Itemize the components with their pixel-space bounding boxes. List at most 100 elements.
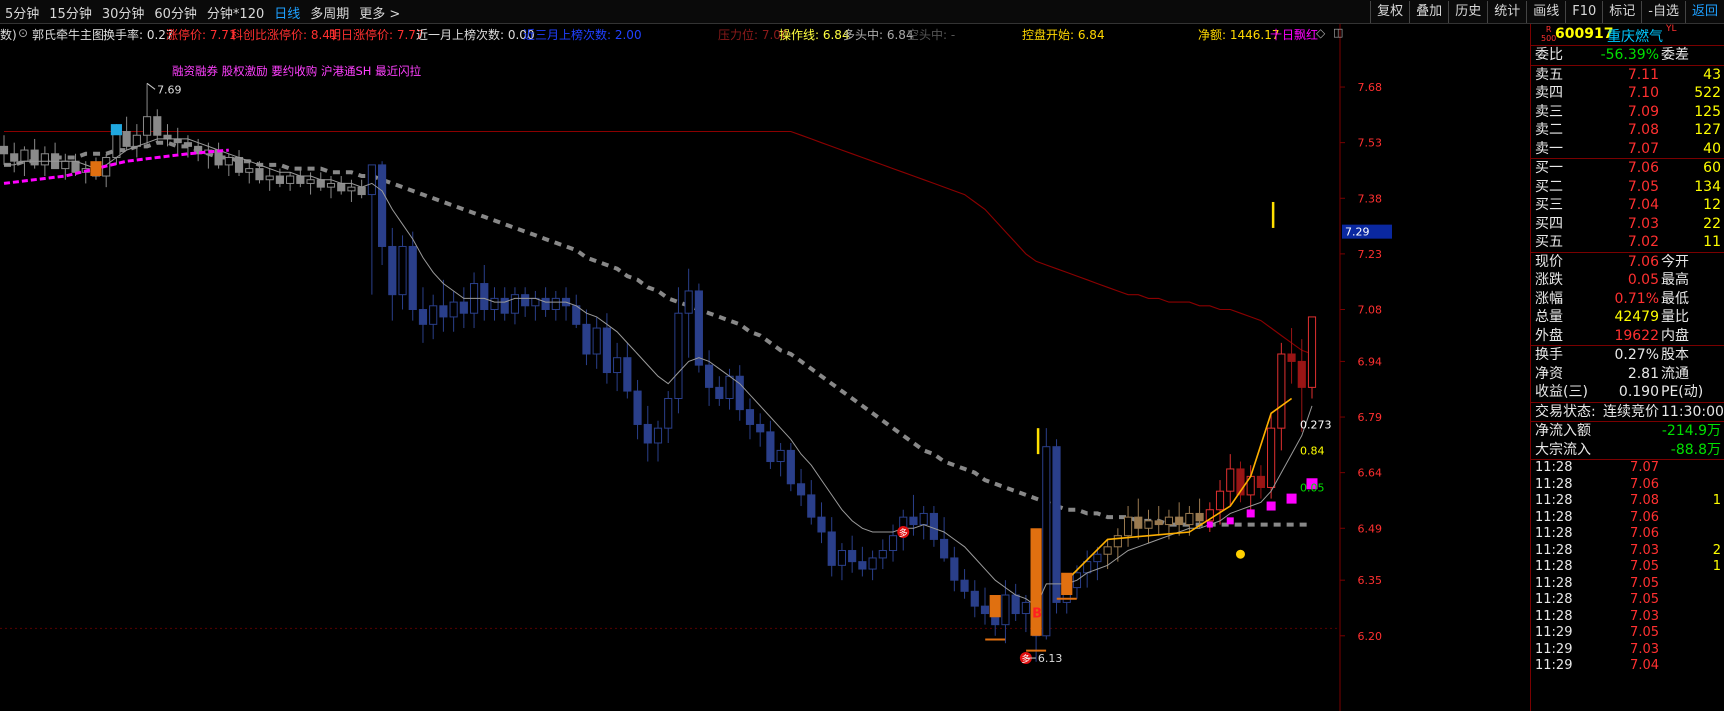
tick-price: 7.06 — [1630, 526, 1659, 541]
tick-list[interactable]: 11:28 7.07 11:28 7.06 11:28 7.08 1 11:28 7.06 11:… — [1531, 460, 1724, 675]
y-tick-label: 6.35 — [1358, 574, 1383, 587]
order-level-label: 买一 — [1535, 160, 1563, 176]
tool-button[interactable]: -自选 — [1641, 1, 1685, 23]
candle-body — [1185, 512, 1194, 526]
candle-body — [153, 116, 162, 136]
sell-order-row: 卖四 7.10 522 — [1531, 84, 1724, 103]
timeframe-tab[interactable]: 60分钟 — [149, 3, 202, 22]
order-volume: 134 — [1694, 178, 1721, 195]
candle-body — [388, 245, 397, 296]
turnover: 换手率: 0.27 — [103, 28, 174, 42]
stat-label-2: 最高 — [1661, 272, 1689, 288]
candle-body — [418, 309, 428, 325]
order-volume: 60 — [1703, 160, 1721, 176]
quote-panel: R 500 600917 重庆燃气 YL 委比 -56.39% 委差 卖五 7.11… — [1530, 24, 1724, 711]
signal-box — [110, 124, 122, 136]
settings-icon[interactable]: ⊙ — [18, 26, 28, 40]
expand-icon[interactable]: ◫ — [1333, 26, 1343, 39]
order-price: 7.08 — [1627, 122, 1659, 138]
support-marker — [1226, 517, 1234, 525]
candle-body — [142, 116, 152, 136]
candle-body — [286, 175, 295, 184]
candle-body — [817, 516, 826, 533]
share-stats: 换手 0.27% 股本 净资 2.81 流通 收益(三) 0.190 PE(动) — [1531, 346, 1724, 402]
tick-row: 11:28 7.05 — [1531, 576, 1724, 593]
candle-body — [1195, 512, 1204, 522]
stat-value: 7.06 — [1627, 253, 1659, 270]
tool-button[interactable]: 统计 — [1487, 1, 1526, 23]
kline-chart[interactable]: 7.68 7.53 7.38 7.23 7.08 6.94 6.79 6.64 6.49 6.35… — [0, 24, 1530, 711]
diamond-icon[interactable]: ◇ — [1316, 26, 1325, 40]
candle-body — [653, 427, 663, 444]
candle-body — [940, 538, 949, 559]
timeframe-tab[interactable]: 更多 > — [354, 3, 405, 22]
tick-row: 11:29 7.05 — [1531, 625, 1724, 642]
sell-order-row: 卖一 7.07 40 — [1531, 140, 1724, 159]
tick-price: 7.07 — [1630, 460, 1659, 475]
candle-body — [367, 164, 376, 196]
timeframe-tab[interactable]: 5分钟 — [0, 3, 44, 22]
candle-body — [643, 423, 652, 444]
candle-body — [756, 423, 765, 433]
candle-body — [888, 535, 898, 552]
tool-button[interactable]: 复权 — [1370, 1, 1409, 23]
candle-body — [766, 431, 775, 463]
candle-body — [837, 550, 847, 566]
timeframe-tab[interactable]: 多周期 — [305, 3, 354, 22]
candle-body — [1287, 353, 1296, 362]
stat-value: 0.190 — [1618, 384, 1659, 400]
candle-body — [1144, 520, 1153, 529]
bull-state: 多头中: 6.84 — [843, 28, 914, 42]
candle-body — [357, 186, 366, 196]
tick-price: 7.03 — [1630, 542, 1659, 558]
tick-time: 11:28 — [1535, 608, 1573, 624]
candle-body — [0, 145, 9, 155]
support-marker — [1286, 493, 1297, 504]
indicator-name[interactable]: 郭氏牵牛主图 — [32, 26, 104, 43]
candle-body — [500, 297, 509, 314]
candle-body — [459, 301, 468, 314]
order-volume: 11 — [1703, 234, 1721, 250]
tool-button[interactable]: 画线 — [1526, 1, 1565, 23]
candle-body — [776, 449, 785, 463]
order-level-label: 买四 — [1535, 215, 1563, 232]
timeframe-tab[interactable]: 日线 — [269, 3, 305, 22]
timeframe-tab[interactable]: 15分钟 — [44, 3, 97, 22]
candle-body — [449, 301, 458, 318]
limit-up: 涨停价: 7.71 — [166, 28, 237, 42]
stat-row: 涨幅 0.71% 最低 — [1531, 290, 1724, 309]
candle-body — [10, 153, 19, 162]
stock-header: R 500 600917 重庆燃气 YL — [1531, 24, 1724, 46]
tick-row: 11:28 7.06 — [1531, 510, 1724, 527]
candle-body — [234, 156, 244, 173]
stat-label-2: 流通 — [1661, 365, 1689, 382]
timeframe-tab[interactable]: 分钟*120 — [202, 3, 269, 22]
candle-body — [265, 175, 274, 181]
buy-orders: 买一 7.06 60 买二 7.05 134 买三 7.04 12 买四 7.03 22 买五 7.02 1… — [1531, 159, 1724, 252]
kline-chart-area[interactable]: 7.68 7.53 7.38 7.23 7.08 6.94 6.79 6.64 6.49 6.35… — [0, 24, 1530, 711]
timeframe-tab[interactable]: 30分钟 — [97, 3, 150, 22]
sell-orders: 卖五 7.11 43 卖四 7.10 522 卖三 7.09 125 卖二 7.08 127 卖一 7.0… — [1531, 66, 1724, 159]
weibi-label: 委比 — [1535, 47, 1563, 63]
tool-button[interactable]: 标记 — [1602, 1, 1641, 23]
candle-body — [572, 305, 581, 325]
buy-order-row: 买四 7.03 22 — [1531, 215, 1724, 234]
candle-body — [919, 512, 928, 526]
stat-value: 0.05 — [1627, 272, 1659, 288]
order-price: 7.09 — [1627, 103, 1659, 120]
y-tick-label: 6.20 — [1358, 630, 1383, 643]
tool-button[interactable]: 返回 — [1684, 1, 1724, 23]
tool-buttons: 复权 叠加 历史 统计 画线 F10 标记 -自选 返回 — [1370, 0, 1724, 24]
month-limit-count: 近一月上榜次数: 0.00 — [416, 28, 535, 42]
share-stat-row: 净资 2.81 流通 — [1531, 365, 1724, 384]
order-price: 7.02 — [1627, 234, 1659, 250]
sell-order-row: 卖五 7.11 43 — [1531, 66, 1724, 85]
tick-row: 11:28 7.03 2 — [1531, 543, 1724, 560]
y-tick-label: 7.68 — [1358, 81, 1383, 94]
tool-button[interactable]: 叠加 — [1409, 1, 1448, 23]
tool-button[interactable]: 历史 — [1448, 1, 1487, 23]
tick-price: 7.05 — [1630, 559, 1659, 574]
candle-body — [112, 131, 121, 158]
tool-button[interactable]: F10 — [1565, 1, 1602, 23]
bull-marker-label: 多 — [899, 527, 908, 539]
